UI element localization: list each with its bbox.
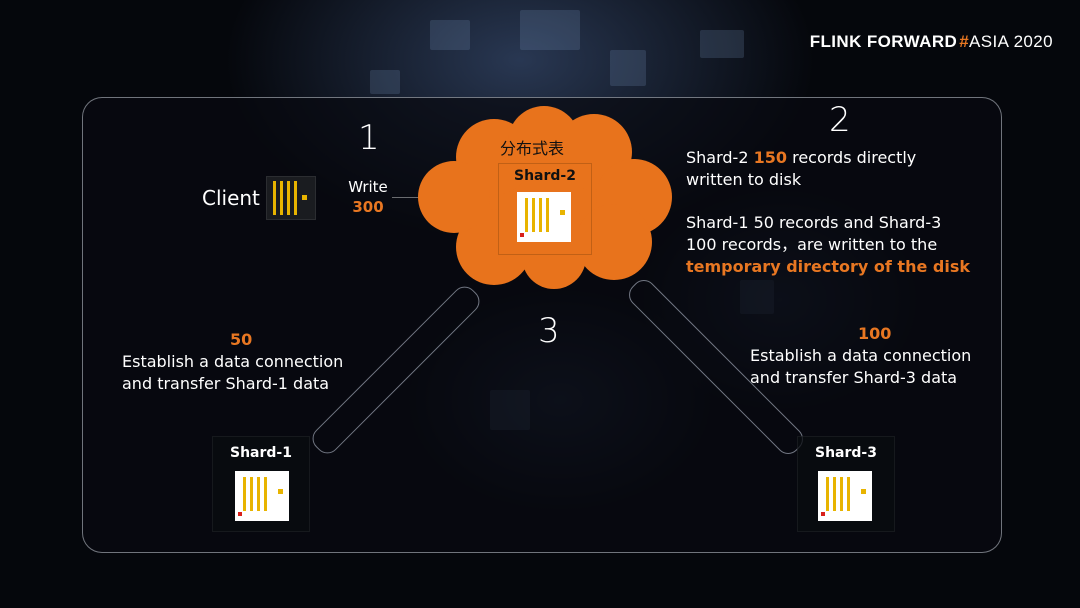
bg-block	[700, 30, 744, 58]
right-text-line-2: and transfer Shard-3 data	[750, 368, 958, 387]
left-text-line-1: Establish a data connection	[122, 352, 344, 371]
shard-2-kafka-icon	[517, 192, 571, 242]
write-box: Write 300	[336, 170, 400, 240]
step-2-line-4: 100 records，are written to the	[686, 235, 938, 254]
bg-block	[370, 70, 400, 94]
shard-1-title: Shard-1	[230, 445, 292, 461]
brand-part2: ASIA 2020	[969, 32, 1053, 51]
right-text-line-1: Establish a data connection	[750, 346, 972, 365]
shard-2-title: Shard-2	[514, 168, 576, 184]
client-label: Client	[202, 186, 260, 210]
step-number-1: 1	[358, 118, 380, 158]
brand-hash: #	[959, 32, 970, 51]
bg-block	[430, 20, 470, 50]
write-count: 300	[352, 198, 384, 216]
step-2-line-3: Shard-1 50 records and Shard-3	[686, 213, 942, 232]
bg-block	[610, 50, 646, 86]
cloud-label: 分布式表	[500, 139, 565, 158]
brand-logo: FLINK FORWARD #ASIA 2020	[810, 32, 1053, 52]
shard-2-card: Shard-2	[498, 163, 592, 255]
right-count: 100	[858, 324, 892, 343]
step-2-line-2: written to disk	[686, 170, 802, 189]
step-2-line-1-suffix: records directly	[787, 148, 917, 167]
bg-block	[520, 10, 580, 50]
left-text: Establish a data connection and transfer…	[122, 351, 382, 395]
brand-part1: FLINK FORWARD	[809, 32, 958, 51]
step-2-line-1-prefix: Shard-2	[686, 148, 754, 167]
shard-3-card: Shard-3	[797, 436, 895, 532]
client-kafka-icon	[266, 176, 316, 220]
step-number-3: 3	[538, 311, 560, 351]
step-2-line-5: temporary directory of the disk	[686, 257, 970, 276]
step-2-count: 150	[753, 148, 787, 167]
step-2-line-1: Shard-2 150 records directly	[686, 147, 986, 169]
step-2-text: Shard-2 150 records directly written to …	[686, 147, 986, 278]
left-text-line-2: and transfer Shard-1 data	[122, 374, 330, 393]
shard-1-card: Shard-1	[212, 436, 310, 532]
write-label: Write	[348, 178, 388, 196]
shard-1-kafka-icon	[235, 471, 289, 521]
step-number-2: 2	[829, 100, 851, 140]
right-text: Establish a data connection and transfer…	[750, 345, 1010, 389]
left-count: 50	[230, 330, 253, 349]
shard-3-kafka-icon	[818, 471, 872, 521]
shard-3-title: Shard-3	[815, 445, 877, 461]
